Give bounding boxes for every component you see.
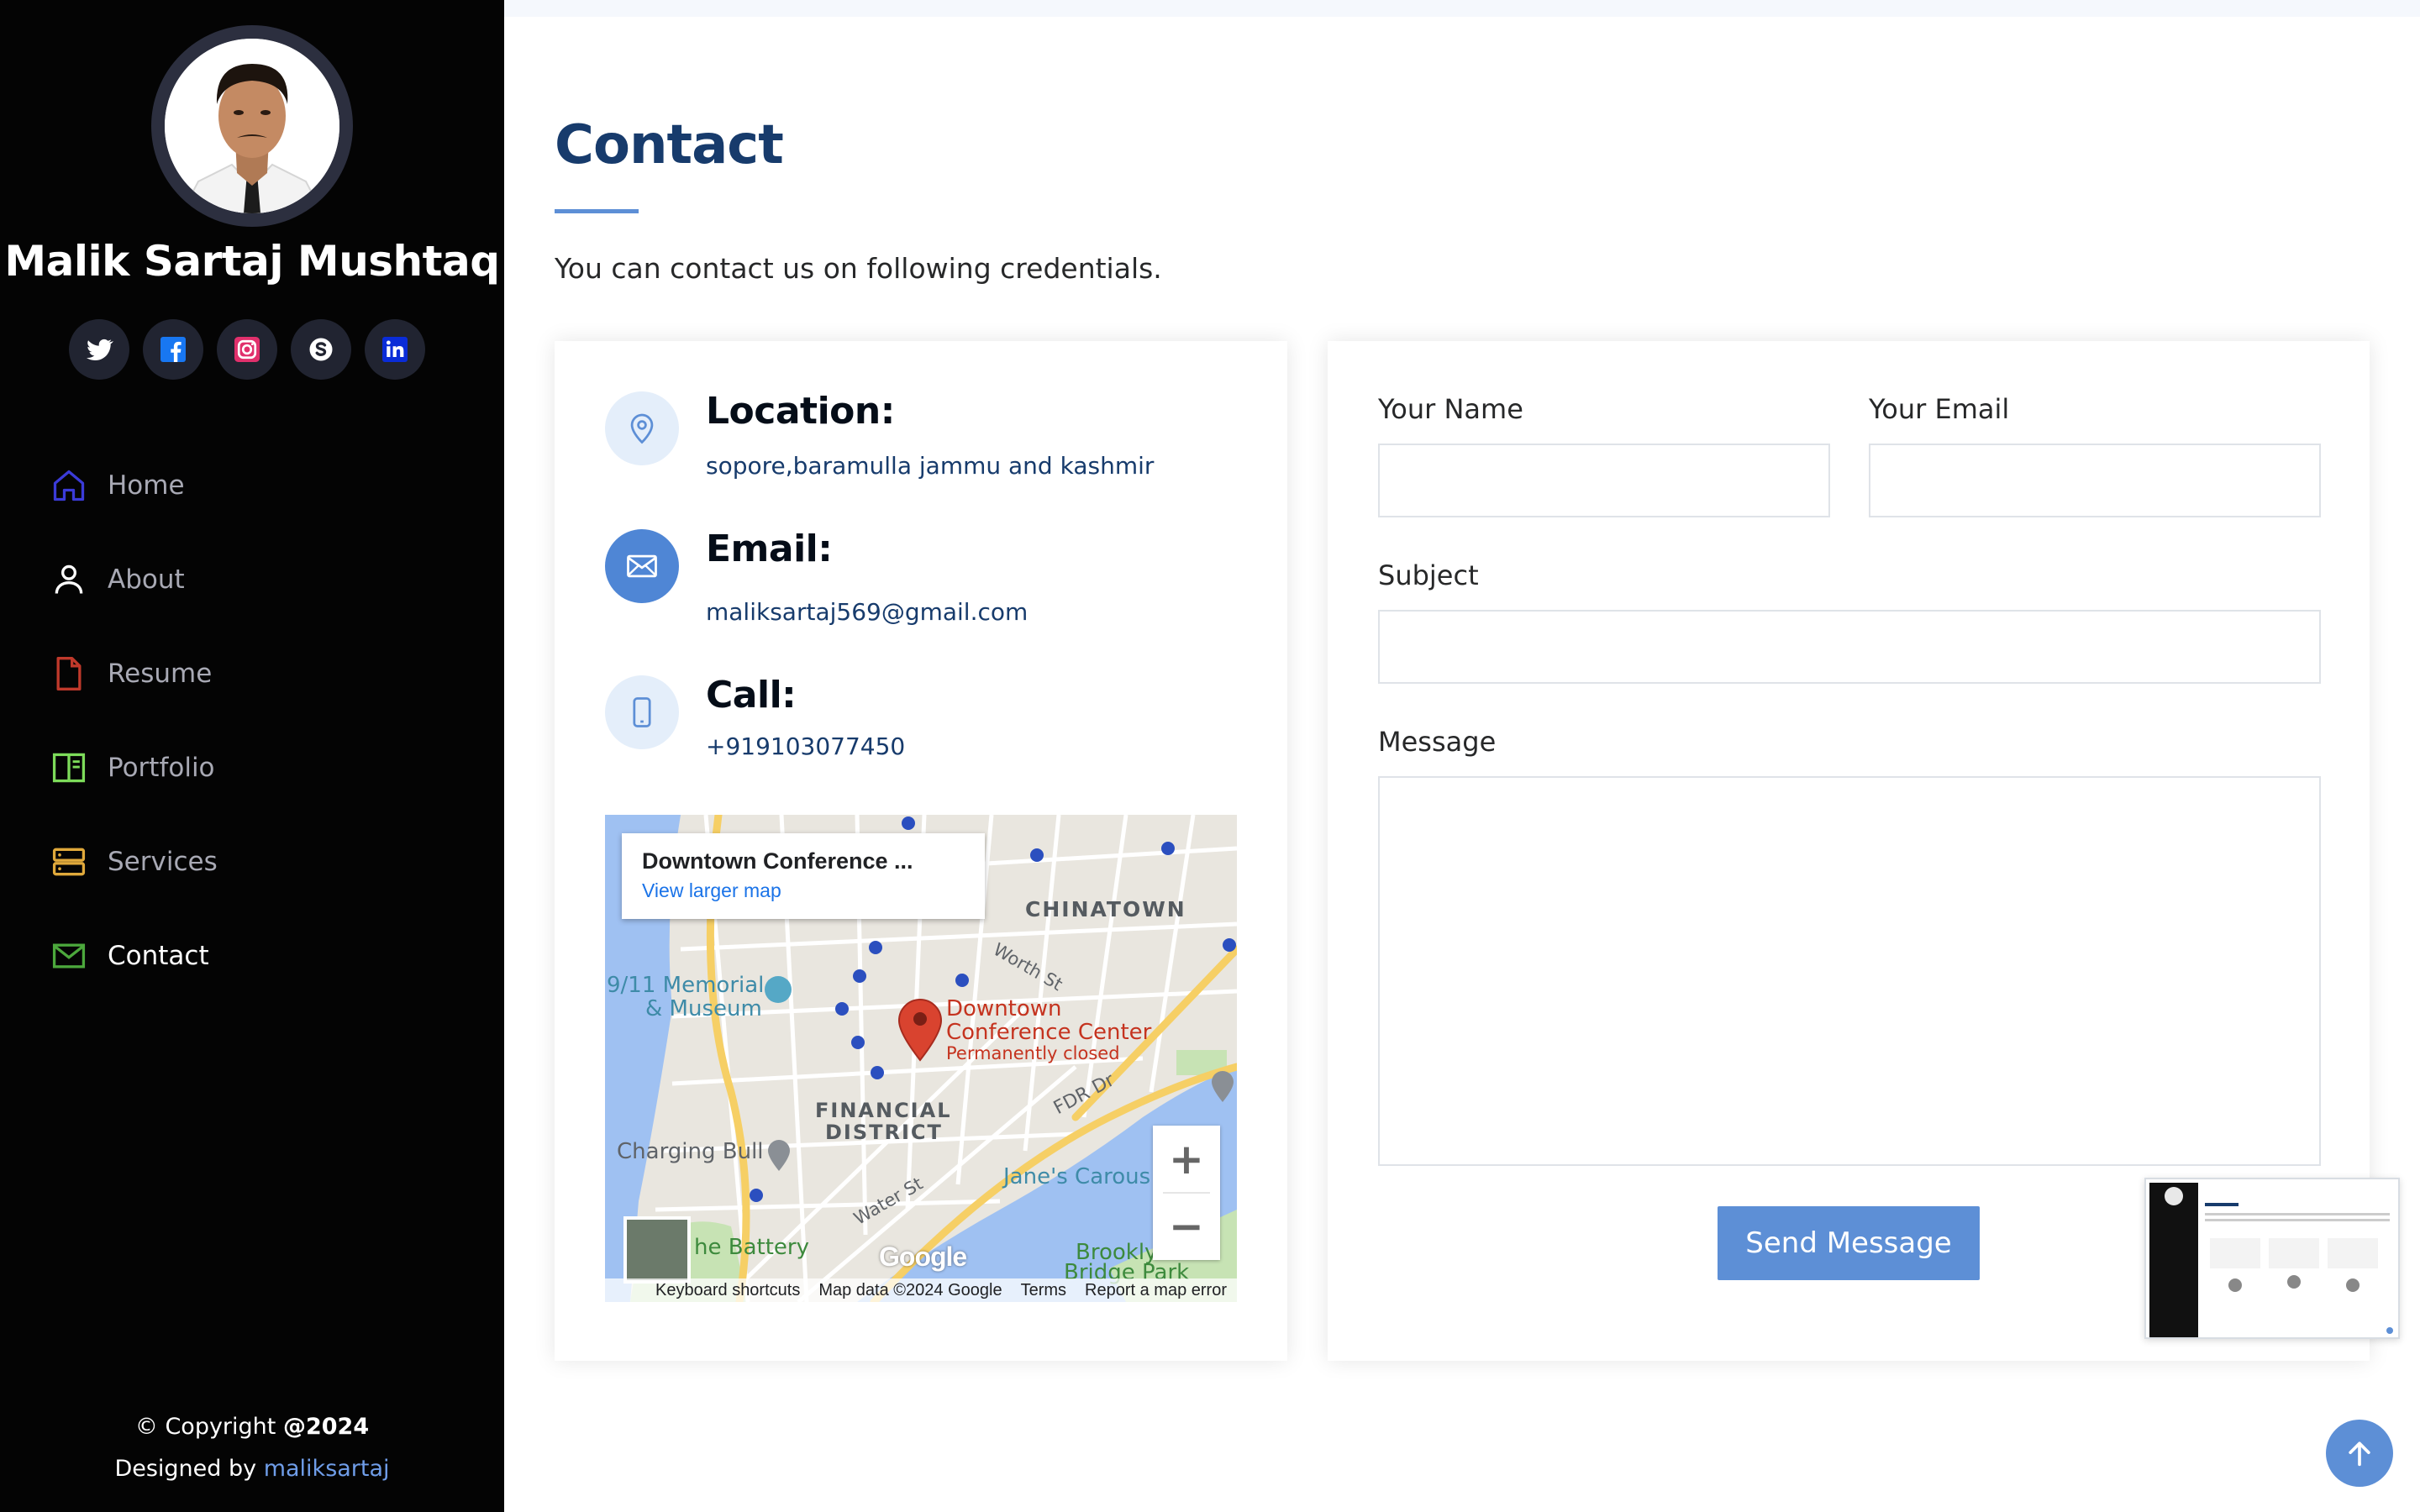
- map-info-popup: Downtown Conference ... View larger map: [622, 833, 985, 919]
- name-input[interactable]: [1378, 444, 1830, 517]
- subject-label: Subject: [1378, 559, 1479, 591]
- map-label-charging-bull: Charging Bull: [617, 1139, 764, 1164]
- nav-item-resume[interactable]: Resume: [50, 627, 218, 721]
- preview-image: [2146, 1179, 2398, 1337]
- email-title: Email:: [706, 528, 833, 570]
- person-icon: [50, 561, 87, 598]
- top-strip: [504, 0, 2420, 17]
- map-label-chinatown: CHINATOWN: [1025, 897, 1186, 921]
- linkedin-icon: [382, 337, 408, 362]
- map-label-place-1: Downtown: [946, 996, 1062, 1021]
- nav-item-home[interactable]: Home: [50, 438, 218, 533]
- designed-prefix: Designed by: [114, 1456, 257, 1482]
- title-underline: [555, 209, 639, 213]
- twitter-link[interactable]: [69, 319, 129, 380]
- envelope-icon: [605, 529, 679, 603]
- arrow-up-icon: [2349, 1441, 2370, 1467]
- map-label-battery: he Battery: [694, 1235, 809, 1260]
- report-map-error-link[interactable]: Report a map error: [1085, 1281, 1227, 1300]
- book-icon: [50, 749, 87, 786]
- skype-icon: [309, 338, 333, 361]
- file-icon: [50, 655, 87, 692]
- location-title: Location:: [706, 390, 895, 433]
- sidebar: Malik Sartaj Mushtaq Home About Resume P…: [0, 0, 504, 1512]
- email-input[interactable]: [1869, 444, 2321, 517]
- envelope-icon: [50, 937, 87, 974]
- map-zoom-control: + −: [1153, 1126, 1220, 1260]
- keyboard-shortcuts-link[interactable]: Keyboard shortcuts: [655, 1281, 800, 1300]
- terms-link[interactable]: Terms: [1021, 1281, 1066, 1300]
- copyright: © Copyright @2024: [0, 1414, 504, 1440]
- phone-icon: [605, 675, 679, 749]
- map-popup-title: Downtown Conference ...: [642, 848, 913, 874]
- facebook-icon: [160, 337, 186, 362]
- nav-item-portfolio[interactable]: Portfolio: [50, 721, 218, 815]
- map-label-janes: Jane's Carous: [1003, 1164, 1151, 1189]
- nav-label-services: Services: [108, 847, 218, 877]
- contact-info-card: Location: sopore,baramulla jammu and kas…: [555, 341, 1287, 1361]
- view-larger-map-link[interactable]: View larger map: [642, 879, 965, 902]
- map-data-attribution: Map data ©2024 Google: [818, 1280, 1002, 1299]
- nav-label-contact: Contact: [108, 941, 209, 971]
- map-label-financial-1: FINANCIAL: [815, 1099, 952, 1122]
- skype-link[interactable]: [291, 319, 351, 380]
- message-textarea[interactable]: [1378, 776, 2321, 1166]
- zoom-in-icon[interactable]: +: [1153, 1126, 1220, 1193]
- zoom-out-icon[interactable]: −: [1153, 1193, 1220, 1260]
- nav-item-contact[interactable]: Contact: [50, 909, 218, 1003]
- screenshot-preview-thumbnail[interactable]: [2144, 1178, 2400, 1339]
- nav-label-home: Home: [108, 470, 185, 501]
- satellite-toggle[interactable]: [623, 1216, 691, 1284]
- nav-label-portfolio: Portfolio: [108, 753, 215, 783]
- profile-avatar: [151, 25, 353, 227]
- copyright-year: @2024: [282, 1414, 370, 1440]
- name-label: Your Name: [1378, 393, 1523, 425]
- designed-by: Designed by maliksartaj: [0, 1456, 504, 1482]
- instagram-icon: [234, 337, 260, 362]
- map-label-place-status: Permanently closed: [946, 1043, 1120, 1063]
- location-text: sopore,baramulla jammu and kashmir: [706, 452, 1155, 480]
- map-footer: Keyboard shortcuts Map data ©2024 Google…: [605, 1278, 1237, 1302]
- send-message-button[interactable]: Send Message: [1718, 1206, 1980, 1280]
- map-label-financial-2: DISTRICT: [825, 1121, 943, 1144]
- map-label-place-2: Conference Center: [946, 1020, 1152, 1045]
- twitter-icon: [87, 339, 113, 361]
- home-icon: [50, 467, 87, 504]
- email-text[interactable]: maliksartaj569@gmail.com: [706, 598, 1028, 626]
- google-logo: Google: [879, 1242, 967, 1272]
- nav-item-about[interactable]: About: [50, 533, 218, 627]
- linkedin-link[interactable]: [365, 319, 425, 380]
- section-description: You can contact us on following credenti…: [555, 252, 1162, 285]
- nav-menu: Home About Resume Portfolio Services Con…: [50, 438, 218, 1003]
- message-label: Message: [1378, 726, 1497, 758]
- nav-item-services[interactable]: Services: [50, 815, 218, 909]
- social-links: [69, 319, 425, 380]
- designer-link[interactable]: maliksartaj: [264, 1456, 390, 1482]
- nav-label-resume: Resume: [108, 659, 213, 689]
- call-text[interactable]: +919103077450: [706, 732, 905, 760]
- server-icon: [50, 843, 87, 880]
- profile-name: Malik Sartaj Mushtaq: [4, 237, 500, 286]
- map-label-memorial-2: & Museum: [645, 996, 762, 1021]
- subject-input[interactable]: [1378, 610, 2321, 684]
- call-title: Call:: [706, 674, 797, 717]
- email-label: Your Email: [1869, 393, 2010, 425]
- nav-label-about: About: [108, 564, 185, 595]
- facebook-link[interactable]: [143, 319, 203, 380]
- back-to-top-button[interactable]: [2326, 1420, 2393, 1487]
- instagram-link[interactable]: [217, 319, 277, 380]
- google-map[interactable]: CHINATOWN Worth St 9/11 Memorial & Museu…: [605, 815, 1237, 1302]
- map-pin-icon: [605, 391, 679, 465]
- profile-photo: [165, 39, 339, 213]
- section-title: Contact: [555, 114, 784, 176]
- copyright-prefix: © Copyright: [134, 1414, 276, 1440]
- map-label-memorial-1: 9/11 Memorial: [607, 973, 765, 998]
